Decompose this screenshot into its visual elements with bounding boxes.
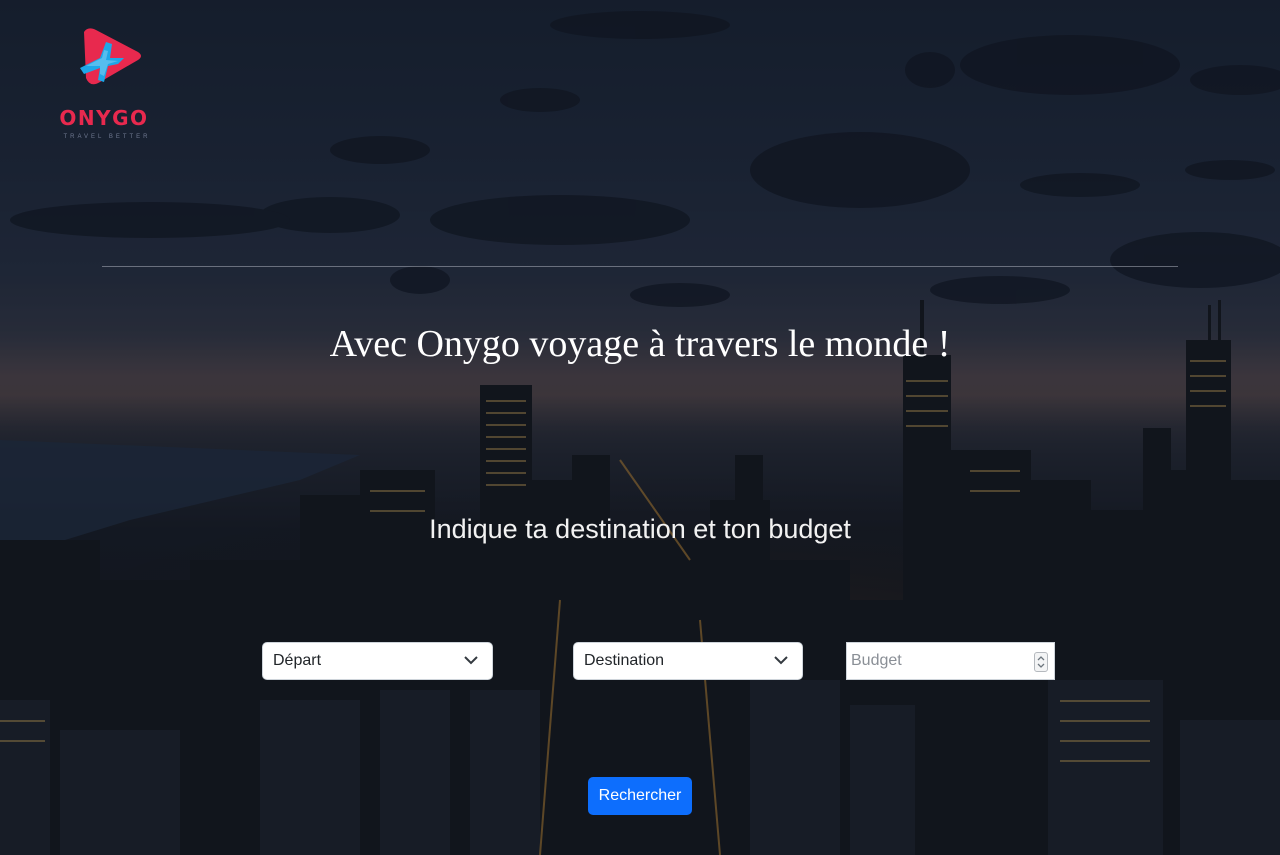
search-button[interactable]: Rechercher (588, 777, 692, 815)
budget-placeholder: Budget (851, 652, 902, 669)
hero-title: Avec Onygo voyage à travers le monde ! (329, 323, 951, 365)
departure-select[interactable]: Départ (262, 642, 493, 680)
brand-logo[interactable]: ONYGO TRAVEL BETTER (52, 24, 162, 149)
departure-select-label: Départ (273, 652, 322, 669)
chevron-down-icon (774, 656, 788, 665)
plane-play-icon (80, 28, 141, 85)
brand-tagline: TRAVEL BETTER (63, 134, 151, 140)
header-divider (102, 266, 1178, 267)
number-spinner-icon[interactable] (1034, 652, 1048, 672)
budget-input[interactable]: Budget (846, 642, 1055, 680)
hero-subtitle: Indique ta destination et ton budget (429, 514, 851, 544)
brand-name: ONYGO (59, 106, 149, 130)
destination-select[interactable]: Destination (573, 642, 803, 680)
chevron-down-icon (464, 656, 478, 665)
hero-background (0, 0, 1280, 855)
city-skyline-image (0, 0, 1280, 855)
destination-select-label: Destination (584, 652, 665, 669)
